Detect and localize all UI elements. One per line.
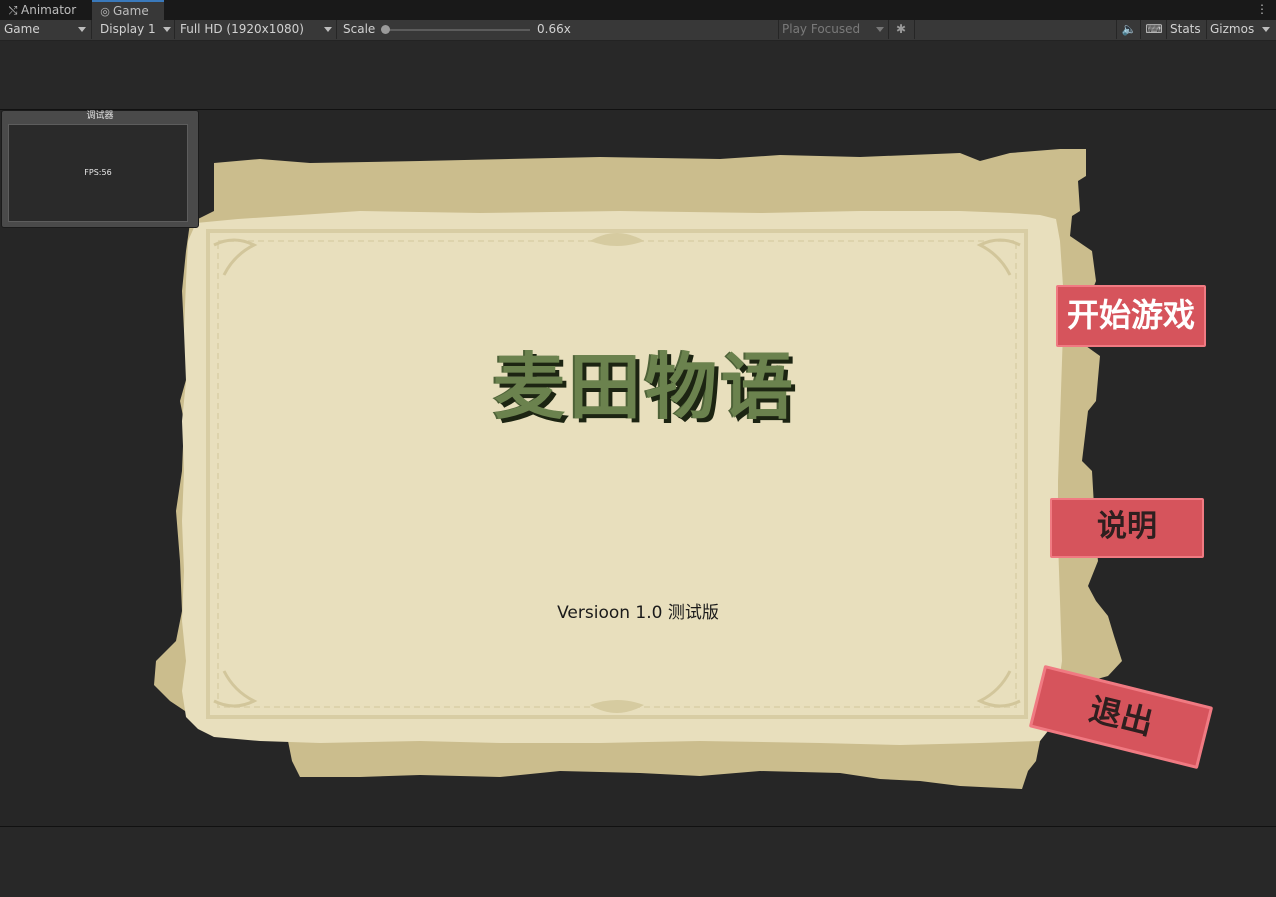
keyboard-icon[interactable]: ⌨: [1142, 20, 1166, 39]
chevron-down-icon: [876, 27, 884, 32]
divider: [1166, 20, 1167, 39]
info-label: 说明: [1097, 509, 1157, 544]
start-game-label: 开始游戏: [1066, 296, 1195, 334]
play-mode-select-value: Play Focused: [782, 22, 861, 36]
divider: [336, 20, 337, 39]
stats-label: Stats: [1170, 22, 1201, 36]
scale-slider-track[interactable]: [385, 29, 530, 31]
bug-icon[interactable]: ✱: [889, 20, 913, 39]
divider: [778, 20, 779, 39]
divider: [1140, 20, 1141, 39]
divider: [174, 20, 175, 39]
chevron-down-icon: [78, 27, 86, 32]
scale-slider-handle[interactable]: [381, 25, 390, 34]
version-text: Versioon 1.0 测试版: [557, 603, 719, 623]
more-options-icon[interactable]: ⋮: [1256, 0, 1268, 18]
divider: [91, 20, 92, 39]
parchment-front-layer: [182, 211, 1064, 745]
info-button[interactable]: 说明: [1050, 498, 1204, 558]
display-select[interactable]: Display 1: [100, 20, 170, 39]
chevron-down-icon: [324, 27, 332, 32]
gamepad-icon: ◎: [100, 5, 110, 18]
divider: [914, 20, 915, 39]
play-mode-select[interactable]: Play Focused: [782, 20, 880, 39]
debug-window[interactable]: 调试器 FPS:56: [1, 110, 199, 228]
audio-mute-icon[interactable]: 🔈: [1117, 20, 1141, 39]
tab-animator-label: Animator: [21, 3, 77, 17]
gizmos-label: Gizmos: [1210, 22, 1255, 36]
resolution-select-value: Full HD (1920x1080): [180, 22, 304, 36]
divider: [1206, 20, 1207, 39]
debug-panel: FPS:56: [8, 124, 188, 222]
fps-counter: FPS:56: [84, 168, 112, 177]
gizmos-button[interactable]: Gizmos: [1210, 20, 1254, 39]
chevron-down-icon: [163, 27, 171, 32]
stats-button[interactable]: Stats: [1170, 20, 1201, 39]
display-select-value: Display 1: [100, 22, 156, 36]
tab-animator[interactable]: ⤭ Animator: [6, 0, 90, 20]
game-title: 麦田物语: [492, 345, 797, 429]
animator-icon: ⤭: [8, 4, 18, 17]
exit-label: 退出: [1085, 689, 1157, 743]
view-select-value: Game: [4, 22, 40, 36]
editor-tab-bar: ⤭ Animator ◎ Game ⋮: [0, 0, 1276, 20]
scale-label: Scale: [343, 22, 376, 36]
start-game-button[interactable]: 开始游戏: [1056, 285, 1206, 347]
scale-value: 0.66x: [537, 22, 571, 36]
tab-game-label: Game: [113, 4, 149, 18]
chevron-down-icon: [1262, 27, 1270, 32]
resolution-select[interactable]: Full HD (1920x1080): [180, 20, 330, 39]
tab-game[interactable]: ◎ Game: [92, 0, 164, 20]
view-select[interactable]: Game: [4, 20, 88, 39]
debug-window-title: 调试器: [86, 111, 114, 121]
game-toolbar: Game Display 1 Full HD (1920x1080) Scale…: [0, 20, 1276, 41]
